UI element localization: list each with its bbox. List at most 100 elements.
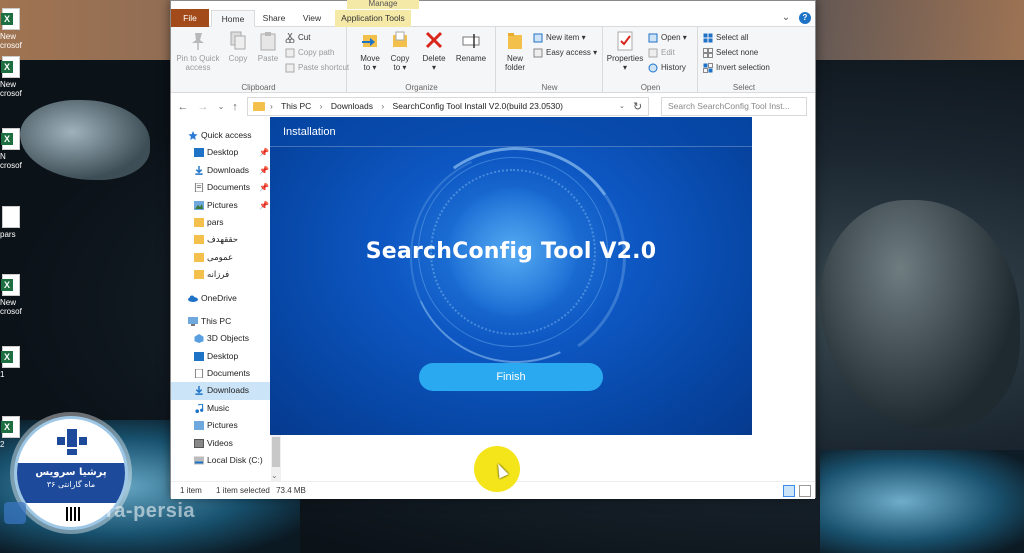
- documents-icon: [194, 183, 204, 193]
- watermark-text: ra-persia: [106, 500, 195, 522]
- nav-quick-access[interactable]: Quick access: [171, 127, 271, 144]
- excel-file-icon: [1, 56, 20, 78]
- address-dropdown-icon[interactable]: ⌄: [619, 102, 625, 110]
- nav-item-music[interactable]: Music: [171, 400, 271, 417]
- properties-button[interactable]: Properties ▾: [606, 30, 644, 72]
- refresh-icon[interactable]: ↻: [633, 100, 642, 113]
- nav-item-pictures[interactable]: Pictures: [171, 417, 271, 434]
- folder-icon: [194, 217, 204, 227]
- download-arrow-icon: [195, 165, 203, 175]
- copy-button[interactable]: Copy: [225, 30, 251, 63]
- desktop-rock: [820, 200, 1020, 430]
- nav-onedrive[interactable]: OneDrive: [171, 290, 271, 307]
- nav-item-folder[interactable]: عمومی: [171, 249, 271, 266]
- scroll-down-icon[interactable]: ⌄: [271, 471, 278, 480]
- group-label: Clipboard: [241, 83, 276, 92]
- history-button[interactable]: History: [648, 61, 686, 75]
- nav-item-folder[interactable]: فرزانه: [171, 266, 271, 283]
- move-to-button[interactable]: Move to ▾: [356, 30, 384, 72]
- tab-home[interactable]: Home: [211, 10, 255, 27]
- desktop-icon-label: New crosof: [0, 80, 22, 98]
- tab-application-tools[interactable]: Application Tools: [335, 10, 411, 27]
- nav-item-documents[interactable]: Documents: [171, 365, 271, 382]
- desktop-icon[interactable]: pars: [0, 206, 30, 239]
- group-label: Select: [732, 83, 756, 92]
- tab-view[interactable]: View: [295, 10, 329, 27]
- nav-item-pictures[interactable]: Pictures 📌: [171, 197, 271, 214]
- title-bar: Manage: [171, 0, 815, 9]
- paste-button[interactable]: Paste: [255, 30, 281, 63]
- address-bar[interactable]: › This PC › Downloads › SearchConfig Too…: [247, 97, 649, 116]
- scrollbar-thumb[interactable]: [272, 437, 280, 467]
- rename-button[interactable]: Rename: [452, 30, 490, 63]
- group-label: New: [541, 83, 558, 92]
- nav-this-pc[interactable]: This PC: [171, 313, 271, 330]
- nav-item-local-disk[interactable]: Local Disk (C:): [171, 452, 271, 469]
- move-to-icon: [360, 30, 380, 52]
- badge-title: پرشیا سرویس: [35, 467, 107, 478]
- group-open: Properties ▾ Open ▾ Edit History Open: [604, 27, 698, 93]
- desktop-icon[interactable]: N crosof: [0, 128, 30, 170]
- finish-button[interactable]: Finish: [419, 363, 603, 391]
- tab-share[interactable]: Share: [257, 10, 291, 27]
- nav-item-desktop[interactable]: Desktop: [171, 348, 271, 365]
- invert-selection-button[interactable]: Invert selection: [703, 61, 770, 75]
- back-arrow-icon[interactable]: ←: [177, 100, 189, 114]
- desktop-icon[interactable]: New crosof: [0, 8, 30, 50]
- music-note-icon: [195, 403, 204, 413]
- pin-icon: 📌: [259, 200, 269, 210]
- paste-shortcut-icon: [285, 63, 295, 73]
- breadcrumb-downloads[interactable]: Downloads: [331, 101, 373, 111]
- up-arrow-icon[interactable]: ↑: [229, 100, 241, 114]
- edit-button[interactable]: Edit: [648, 46, 675, 60]
- desktop-rock: [20, 100, 150, 180]
- desktop-icon: [194, 351, 204, 361]
- search-input[interactable]: Search SearchConfig Tool Inst...: [661, 97, 807, 116]
- pin-icon: 📌: [259, 165, 269, 175]
- copy-path-button[interactable]: Copy path: [285, 46, 334, 60]
- new-folder-button[interactable]: New folder: [501, 30, 529, 72]
- pin-to-quick-access-button[interactable]: Pin to Quick access: [173, 30, 223, 72]
- delete-button[interactable]: Delete ▾: [420, 30, 448, 72]
- nav-item-desktop[interactable]: Desktop 📌: [171, 144, 271, 161]
- installer-header: Installation: [270, 117, 752, 147]
- nav-item-pars[interactable]: pars: [171, 214, 271, 231]
- desktop-icon[interactable]: New crosof: [0, 56, 30, 98]
- nav-item-downloads-selected[interactable]: Downloads: [171, 382, 271, 400]
- select-none-button[interactable]: Select none: [703, 46, 758, 60]
- copy-to-button[interactable]: Copy to ▾: [386, 30, 414, 72]
- details-view-icon[interactable]: [783, 485, 795, 497]
- cloud-icon: [188, 295, 198, 302]
- nav-item-downloads[interactable]: Downloads 📌: [171, 162, 271, 179]
- breadcrumb-this-pc[interactable]: This PC: [281, 101, 311, 111]
- desktop-icon[interactable]: New crosof: [0, 274, 30, 316]
- nav-item-folder[interactable]: حققهدف: [171, 231, 271, 248]
- large-icons-view-icon[interactable]: [799, 485, 811, 497]
- nav-item-videos[interactable]: Videos: [171, 435, 271, 452]
- rename-icon: [461, 30, 481, 52]
- select-all-icon: [703, 33, 713, 43]
- ribbon-collapse-icon[interactable]: ⌄: [779, 11, 793, 25]
- star-icon: [188, 131, 198, 140]
- new-item-button[interactable]: New item ▾: [533, 31, 586, 45]
- open-button[interactable]: Open ▾: [648, 31, 687, 45]
- breadcrumb-current-folder[interactable]: SearchConfig Tool Install V2.0(build 23.…: [393, 101, 563, 111]
- help-icon[interactable]: ?: [799, 12, 811, 24]
- forward-arrow-icon[interactable]: →: [197, 100, 209, 114]
- contextual-tab-label: Manage: [347, 0, 419, 9]
- installer-title: Installation: [283, 126, 336, 138]
- select-all-button[interactable]: Select all: [703, 31, 748, 45]
- tab-file[interactable]: File: [171, 9, 209, 27]
- paste-shortcut-button[interactable]: Paste shortcut: [285, 61, 349, 75]
- group-select: Select all Select none Invert selection …: [699, 27, 789, 93]
- desktop-icon-label: pars: [0, 230, 16, 239]
- easy-access-button[interactable]: Easy access ▾: [533, 46, 597, 60]
- pin-icon: [188, 30, 208, 52]
- product-title: SearchConfig Tool V2.0: [365, 239, 657, 264]
- cut-button[interactable]: Cut: [285, 31, 310, 45]
- delete-x-icon: [424, 30, 444, 52]
- desktop-icon[interactable]: 1: [0, 346, 30, 379]
- recent-locations-icon[interactable]: ⌄: [215, 100, 227, 114]
- nav-item-3d-objects[interactable]: 3D Objects: [171, 330, 271, 347]
- nav-item-documents[interactable]: Documents 📌: [171, 179, 271, 196]
